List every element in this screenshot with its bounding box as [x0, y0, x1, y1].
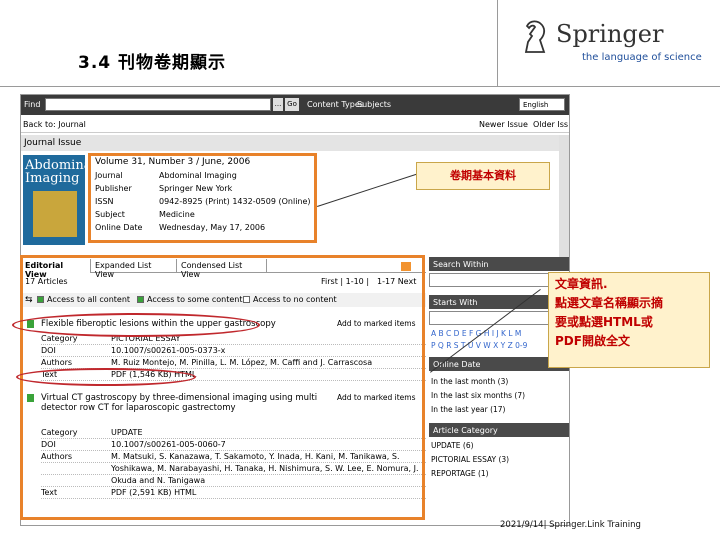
scrollbar[interactable] — [559, 135, 569, 265]
full-text-ellipse — [16, 368, 196, 386]
search-toolbar: Find ... Go Content Types Subjects Engli… — [21, 95, 569, 115]
header-divider-horizontal — [0, 86, 720, 87]
go-button[interactable]: Go — [285, 98, 299, 111]
callout-line: PDF開啟全文 — [555, 334, 630, 348]
category-filter-item[interactable]: REPORTAGE (1) — [429, 469, 569, 481]
callout-line: 要或點選HTML或 — [555, 315, 653, 329]
header-divider-vertical — [497, 0, 498, 86]
article-list-highlight — [20, 255, 425, 520]
callout-line: 點選文章名稱顯示摘 — [555, 296, 664, 310]
back-to-journal-link[interactable]: Back to: Journal — [23, 120, 86, 129]
options-button[interactable]: ... — [273, 98, 283, 111]
newer-issue-link[interactable]: Newer Issue — [479, 120, 528, 129]
issue-info-highlight — [88, 153, 317, 243]
search-within-header: Search Within — [429, 257, 569, 271]
subjects-link[interactable]: Subjects — [357, 100, 391, 109]
category-filter-item[interactable]: UPDATE (6) — [429, 441, 569, 453]
article-title-ellipse — [12, 313, 260, 337]
logo-wordmark: Springer — [556, 20, 664, 48]
springer-logo: Springer the language of science — [520, 18, 710, 68]
article-info-callout: 文章資訊. 點選文章名稱顯示摘 要或點選HTML或 PDF開啟全文 — [548, 272, 710, 368]
cover-title: Abdominal Imaging — [25, 158, 85, 186]
breadcrumb: Back to: Journal Newer Issue Older Iss — [21, 117, 569, 133]
cover-artwork — [33, 191, 77, 237]
language-select[interactable]: English — [519, 98, 565, 111]
date-filter-item[interactable]: In the last six months (7) — [429, 391, 569, 403]
journal-issue-header: Journal Issue — [21, 135, 559, 151]
content-types-link[interactable]: Content Types — [307, 100, 364, 109]
logo-tagline: the language of science — [582, 52, 702, 63]
find-label: Find — [24, 100, 41, 109]
older-issue-link[interactable]: Older Iss — [533, 120, 568, 129]
issue-info-callout: 卷期基本資料 — [416, 162, 550, 190]
chess-knight-icon — [524, 20, 546, 53]
slide-footer: 2021/9/14| Springer.Link Training — [500, 520, 641, 530]
date-filter-item[interactable]: In the last year (17) — [429, 405, 569, 417]
article-category-header: Article Category — [429, 423, 569, 437]
slide-title: 3.4 刊物卷期顯示 — [78, 53, 227, 73]
find-input[interactable] — [45, 98, 271, 111]
category-filter-item[interactable]: PICTORIAL ESSAY (3) — [429, 455, 569, 467]
callout-line: 文章資訊. — [555, 277, 608, 291]
date-filter-item[interactable]: In the last month (3) — [429, 377, 569, 389]
journal-cover-image[interactable]: Abdominal Imaging — [23, 155, 85, 245]
